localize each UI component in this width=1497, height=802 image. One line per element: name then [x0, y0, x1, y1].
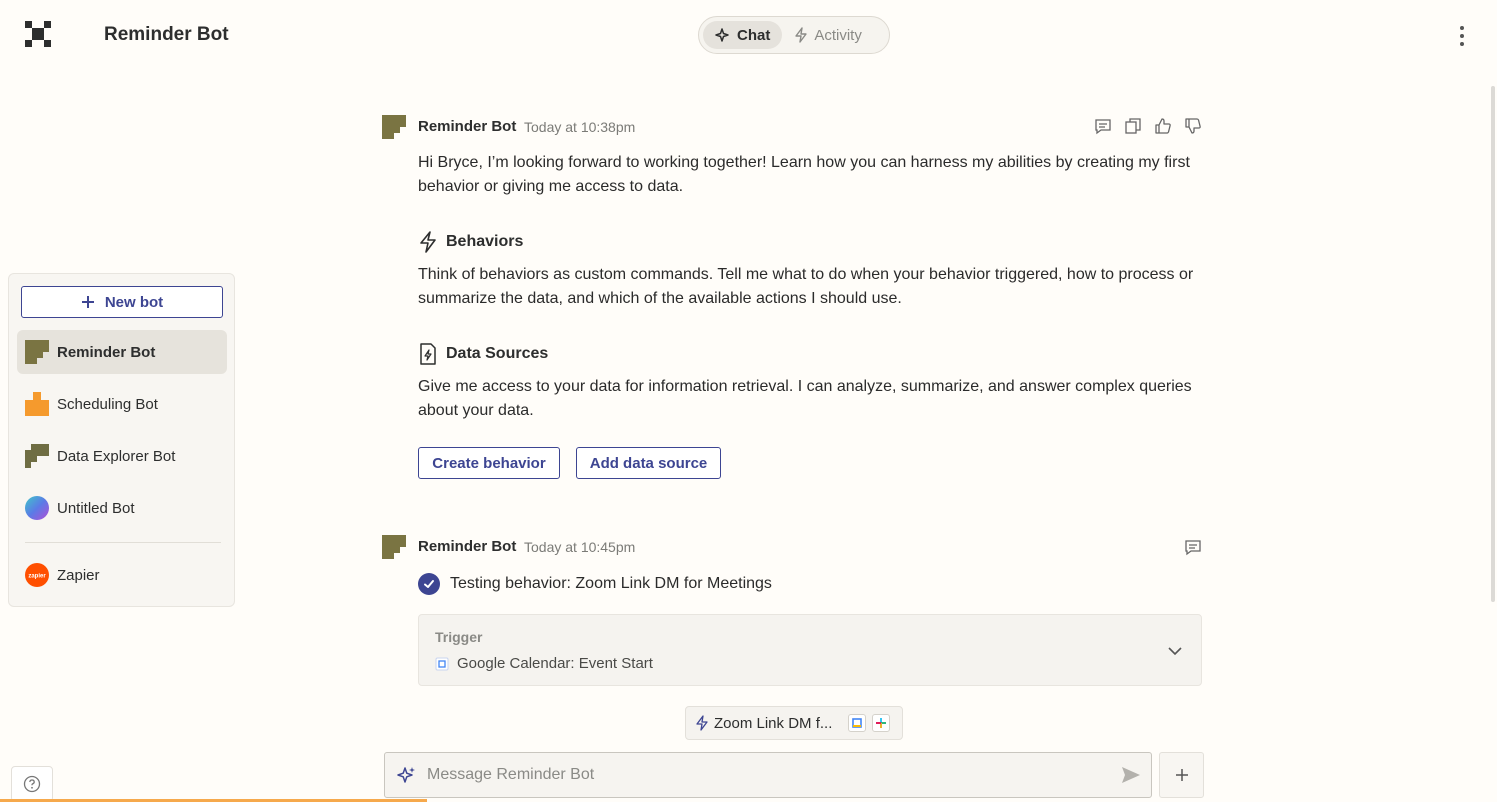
bot-avatar-icon [382, 115, 406, 139]
tab-chat[interactable]: Chat [703, 21, 783, 49]
sidebar-item-data-explorer-bot[interactable]: Data Explorer Bot [17, 434, 227, 478]
create-behavior-button[interactable]: Create behavior [418, 447, 560, 479]
behavior-chip-label: Zoom Link DM f... [714, 714, 833, 732]
bot-avatar-icon [382, 535, 406, 559]
message-intro-text: Hi Bryce, I’m looking forward to working… [418, 154, 1190, 195]
message-composer [384, 752, 1152, 798]
behaviors-title: Behaviors [446, 233, 524, 250]
sidebar-item-zapier[interactable]: zapier Zapier [17, 553, 227, 597]
bot-sidebar: New bot Reminder Bot Scheduling Bot Data… [8, 273, 235, 607]
zapier-logo-icon: zapier [25, 563, 49, 587]
plus-icon [81, 296, 94, 308]
bolt-icon [795, 27, 808, 43]
message-author: Reminder Bot [418, 538, 517, 555]
plus-icon [1175, 769, 1188, 781]
app-logo-icon[interactable] [25, 21, 51, 47]
behavior-chip[interactable]: Zoom Link DM f... [685, 706, 903, 740]
comment-icon[interactable] [1094, 117, 1112, 135]
bolt-icon [420, 231, 436, 253]
sparkle-icon [397, 767, 415, 783]
message-author: Reminder Bot [418, 118, 517, 135]
trigger-value-text: Google Calendar: Event Start [457, 655, 653, 672]
sidebar-item-label: Untitled Bot [57, 499, 135, 517]
data-sources-heading: Data Sources [418, 343, 548, 365]
help-button[interactable] [11, 766, 53, 802]
page-title: Reminder Bot [104, 24, 229, 45]
test-status: Testing behavior: Zoom Link DM for Meeti… [418, 573, 772, 595]
tab-activity[interactable]: Activity [782, 21, 874, 49]
more-options-icon[interactable] [1452, 24, 1472, 48]
message-timestamp: Today at 10:45pm [524, 539, 636, 555]
sidebar-divider [25, 542, 221, 543]
sidebar-item-label: Scheduling Bot [57, 395, 158, 413]
google-calendar-icon [848, 714, 867, 732]
sidebar-item-reminder-bot[interactable]: Reminder Bot [17, 330, 227, 374]
view-toggle: Chat Activity [698, 16, 890, 54]
thumbs-up-icon[interactable] [1154, 117, 1172, 135]
behaviors-heading: Behaviors [418, 231, 523, 253]
comment-icon[interactable] [1184, 538, 1202, 556]
copy-icon[interactable] [1124, 117, 1142, 135]
chevron-down-icon[interactable] [1167, 643, 1183, 659]
slack-icon [872, 714, 891, 732]
scheduling-bot-avatar-icon [25, 392, 49, 416]
message-input[interactable] [427, 766, 1111, 784]
test-status-text: Testing behavior: Zoom Link DM for Meeti… [450, 575, 772, 592]
send-icon[interactable] [1111, 766, 1151, 784]
data-sources-title: Data Sources [446, 345, 549, 362]
message-timestamp: Today at 10:38pm [524, 119, 636, 135]
bolt-icon [696, 715, 708, 731]
help-icon [23, 775, 41, 793]
tab-activity-label: Activity [814, 26, 862, 44]
tab-chat-label: Chat [737, 26, 771, 44]
google-calendar-icon [435, 657, 449, 670]
data-explorer-bot-avatar-icon [25, 444, 49, 468]
untitled-bot-avatar-icon [25, 496, 49, 520]
sidebar-item-label: Zapier [57, 566, 100, 584]
trigger-label: Trigger [435, 629, 483, 645]
trigger-value: Google Calendar: Event Start [435, 655, 653, 672]
reminder-bot-avatar-icon [25, 340, 49, 364]
new-bot-label: New bot [104, 293, 164, 311]
trigger-card[interactable]: Trigger Google Calendar: Event Start [418, 614, 1202, 686]
svg-text:zapier: zapier [28, 574, 46, 580]
sidebar-item-scheduling-bot[interactable]: Scheduling Bot [17, 382, 227, 426]
check-circle-icon [418, 573, 440, 595]
data-sources-text: Give me access to your data for informat… [418, 378, 1192, 419]
thumbs-down-icon[interactable] [1184, 117, 1202, 135]
attach-button[interactable] [1159, 752, 1204, 798]
sidebar-item-label: Data Explorer Bot [57, 447, 176, 465]
sidebar-item-untitled-bot[interactable]: Untitled Bot [17, 486, 227, 530]
behaviors-text: Think of behaviors as custom commands. T… [418, 266, 1194, 307]
document-bolt-icon [420, 343, 436, 365]
message-actions [1094, 117, 1202, 135]
add-data-source-button[interactable]: Add data source [576, 447, 721, 479]
new-bot-button[interactable]: New bot [21, 286, 223, 318]
sidebar-item-label: Reminder Bot [57, 343, 156, 361]
chat-scrollbar[interactable] [1491, 86, 1495, 602]
sparkle-icon [715, 28, 729, 42]
